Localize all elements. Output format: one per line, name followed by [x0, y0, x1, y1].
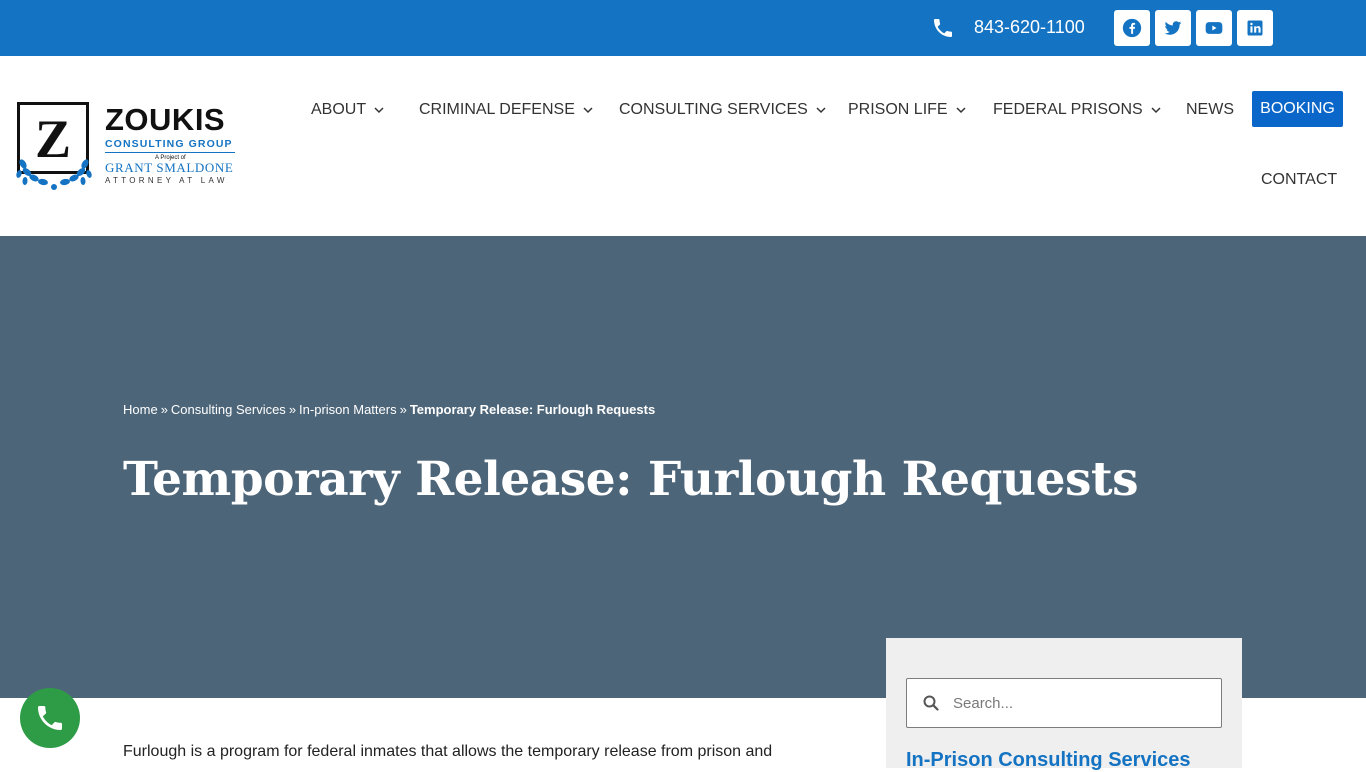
- chevron-down-icon: [374, 107, 384, 114]
- breadcrumb-separator: »: [399, 402, 407, 417]
- nav-item-contact[interactable]: CONTACT: [1261, 168, 1337, 192]
- laurel-icon: [16, 159, 92, 190]
- phone-number-link[interactable]: 843-620-1100: [974, 16, 1085, 38]
- nav-item-label: NEWS: [1186, 101, 1234, 118]
- chevron-down-icon: [816, 107, 826, 114]
- floating-call-button[interactable]: [20, 688, 80, 748]
- linkedin-link[interactable]: [1237, 10, 1273, 46]
- booking-button[interactable]: BOOKING: [1252, 91, 1343, 127]
- nav-item-label: PRISON LIFE: [848, 101, 948, 118]
- breadcrumb-in-prison-matters[interactable]: In-prison Matters: [299, 402, 397, 417]
- logo-attorney-name: GRANT SMALDONE: [105, 160, 234, 175]
- site-logo[interactable]: Z ZOUKIS CONSULTING GROUP A Project of G…: [15, 102, 237, 192]
- logo-name: ZOUKIS: [105, 102, 226, 137]
- search-box: [906, 678, 1222, 728]
- nav-item-prison-life[interactable]: PRISON LIFE: [848, 98, 966, 122]
- breadcrumb-home[interactable]: Home: [123, 402, 158, 417]
- nav-item-label: CONSULTING SERVICES: [619, 101, 808, 118]
- breadcrumb-consulting-services[interactable]: Consulting Services: [171, 402, 286, 417]
- breadcrumb: Home» Consulting Services» In-prison Matte…: [123, 402, 655, 418]
- breadcrumb-separator: »: [288, 402, 297, 417]
- nav-item-label: ABOUT: [311, 101, 367, 118]
- facebook-icon: [1122, 18, 1142, 38]
- nav-item-consulting-services[interactable]: CONSULTING SERVICES: [619, 98, 826, 122]
- phone-icon: [38, 706, 62, 730]
- twitter-link[interactable]: [1155, 10, 1191, 46]
- linkedin-icon: [1247, 20, 1263, 36]
- chevron-down-icon: [956, 107, 966, 114]
- youtube-link[interactable]: [1196, 10, 1232, 46]
- facebook-link[interactable]: [1114, 10, 1150, 46]
- sidebar: In-Prison Consulting Services: [886, 638, 1242, 771]
- page-title: Temporary Release: Furlough Requests: [123, 452, 1139, 507]
- nav-item-about[interactable]: ABOUT: [311, 98, 384, 122]
- logo-subtitle: CONSULTING GROUP: [105, 138, 233, 150]
- breadcrumb-current: Temporary Release: Furlough Requests: [409, 402, 656, 417]
- nav-item-criminal-defense[interactable]: CRIMINAL DEFENSE: [419, 98, 593, 122]
- top-bar: 843-620-1100: [0, 0, 1366, 56]
- logo-attorney-title: ATTORNEY AT LAW: [105, 176, 228, 185]
- page-hero: Home» Consulting Services» In-prison Matte…: [0, 236, 1366, 698]
- nav-item-news[interactable]: NEWS: [1186, 98, 1234, 122]
- youtube-icon: [1205, 22, 1223, 34]
- article-intro: Furlough is a program for federal inmate…: [123, 743, 773, 760]
- breadcrumb-separator: »: [160, 402, 168, 417]
- phone-icon: [934, 19, 952, 37]
- nav-item-federal-prisons[interactable]: FEDERAL PRISONS: [993, 98, 1161, 122]
- nav-item-label: FEDERAL PRISONS: [993, 101, 1143, 118]
- nav-item-label: CRIMINAL DEFENSE: [419, 101, 575, 118]
- search-input[interactable]: [953, 687, 1213, 719]
- logo-divider: [105, 152, 235, 153]
- sidebar-heading[interactable]: In-Prison Consulting Services: [906, 748, 1191, 772]
- search-icon[interactable]: [923, 695, 939, 711]
- twitter-icon: [1164, 21, 1182, 35]
- chevron-down-icon: [583, 107, 593, 114]
- chevron-down-icon: [1151, 107, 1161, 114]
